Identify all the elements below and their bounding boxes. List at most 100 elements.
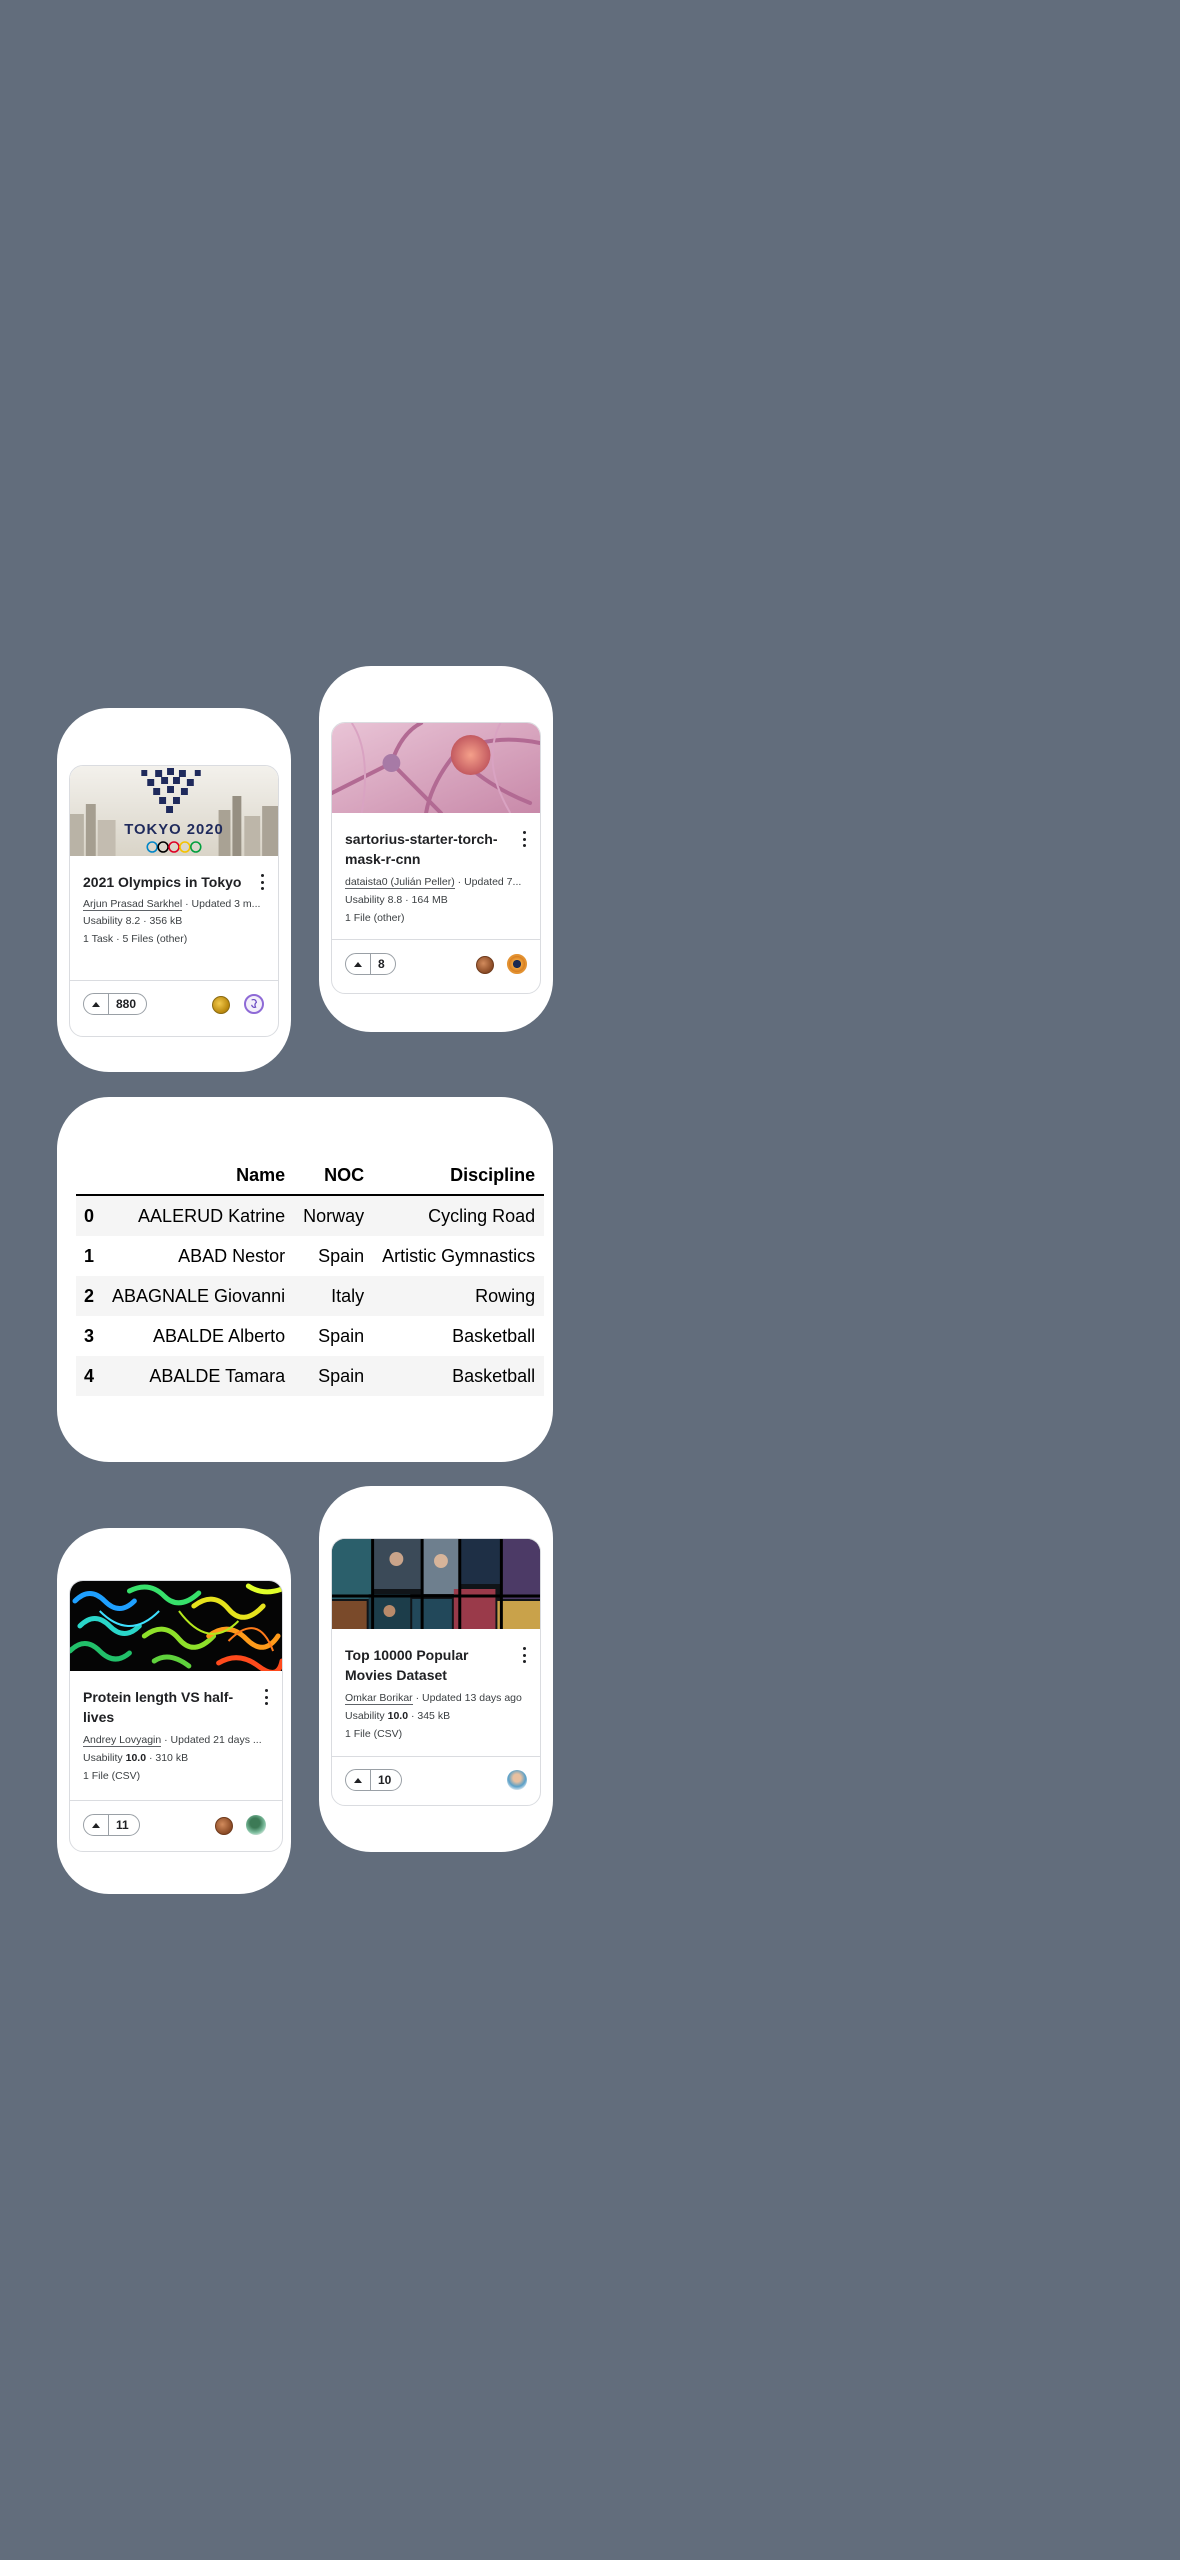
upvote-button[interactable]: 10 xyxy=(345,1769,403,1791)
vote-count: 11 xyxy=(116,1818,129,1832)
dataset-size: · 345 kB xyxy=(410,1710,451,1722)
cell-name: AALERUD Katrine xyxy=(138,1205,286,1226)
avatar[interactable] xyxy=(507,954,527,974)
dataset-thumbnail: TOKYO 2020 xyxy=(70,766,278,856)
cell-name: ABAGNALE Giovanni xyxy=(112,1285,286,1306)
usability-label: Usability xyxy=(83,915,123,927)
dataset-title[interactable]: sartorius-starter-torch- mask-r-cnn xyxy=(345,829,505,869)
vote-count: 10 xyxy=(378,1773,392,1787)
tokyo-2020-image: TOKYO 2020 xyxy=(70,766,278,856)
row-index: 3 xyxy=(84,1325,95,1346)
tokyo-2020-text: TOKYO 2020 xyxy=(124,821,224,838)
upvote-arrow-icon[interactable] xyxy=(84,994,109,1014)
cell-discipline: Artistic Gymnastics xyxy=(382,1245,536,1266)
avatar[interactable] xyxy=(246,1815,266,1835)
row-index: 4 xyxy=(84,1365,95,1386)
cell-noc: Italy xyxy=(331,1285,365,1306)
cell-discipline: Rowing xyxy=(475,1285,536,1306)
protein-structure-image xyxy=(70,1581,282,1671)
upvote-button[interactable]: 880 xyxy=(83,993,148,1015)
author-link[interactable]: dataista0 (Julián Peller) xyxy=(345,876,455,889)
dataset-thumbnail xyxy=(332,1539,540,1629)
neuron-image xyxy=(332,723,540,813)
usability-score: 8.8 xyxy=(387,894,403,906)
dataset-owner-line: Andrey Lovyagin · Updated 21 days ... xyxy=(83,1733,273,1747)
author-link[interactable]: Omkar Borikar xyxy=(345,1692,413,1705)
dataset-card-protein[interactable]: Protein length VS half- lives Andrey Lov… xyxy=(69,1580,283,1852)
usability-label: Usability xyxy=(345,894,385,906)
row-index: 0 xyxy=(84,1205,95,1226)
dataset-files-line: 1 File (other) xyxy=(345,912,405,924)
card-divider xyxy=(70,980,278,981)
cell-noc: Norway xyxy=(303,1205,365,1226)
usability-score: 8.2 xyxy=(125,915,141,927)
dataset-title-line2: Movies Dataset xyxy=(345,1667,447,1683)
column-header-discipline: Discipline xyxy=(450,1164,536,1185)
dataset-size: · 356 kB xyxy=(143,915,183,927)
cell-name: ABAD Nestor xyxy=(178,1245,286,1266)
avatar[interactable] xyxy=(244,994,264,1014)
dataset-title-line1: sartorius-starter-torch- xyxy=(345,831,498,847)
dataset-thumbnail xyxy=(70,1581,282,1671)
dataset-title[interactable]: 2021 Olympics in Tokyo xyxy=(83,872,241,892)
panel-protein-card: Protein length VS half- lives Andrey Lov… xyxy=(57,1528,291,1894)
author-link[interactable]: Arjun Prasad Sarkhel xyxy=(83,898,183,911)
upvote-button[interactable]: 11 xyxy=(83,1814,140,1836)
dataset-owner-line: Omkar Borikar · Updated 13 days ago xyxy=(345,1691,531,1705)
dataset-size: · 310 kB xyxy=(148,1752,189,1764)
upvote-button[interactable]: 8 xyxy=(345,953,396,975)
usability-label: Usability xyxy=(345,1710,385,1722)
vote-count: 880 xyxy=(116,997,137,1011)
dataset-title[interactable]: Protein length VS half- lives xyxy=(83,1687,243,1727)
more-vert-icon[interactable] xyxy=(521,831,527,847)
more-vert-icon[interactable] xyxy=(521,1647,527,1663)
more-vert-icon[interactable] xyxy=(259,874,265,890)
gold-medal-icon xyxy=(212,996,230,1014)
dataset-card-movies[interactable]: Top 10000 Popular Movies Dataset Omkar B… xyxy=(331,1538,541,1806)
dataset-title[interactable]: Top 10000 Popular Movies Dataset xyxy=(345,1645,505,1685)
upvote-arrow-icon[interactable] xyxy=(346,1770,371,1790)
column-header-index xyxy=(76,1156,103,1195)
cell-noc: Spain xyxy=(318,1365,365,1386)
updated-text: · Updated 3 m... xyxy=(185,898,261,910)
dataset-usability-line: Usability 10.0 · 310 kB xyxy=(83,1751,188,1765)
cell-discipline: Cycling Road xyxy=(428,1205,536,1226)
dataset-card-sartorius[interactable]: sartorius-starter-torch- mask-r-cnn data… xyxy=(331,722,541,994)
upvote-arrow-icon[interactable] xyxy=(346,954,371,974)
table-row: 3 ABALDE Alberto Spain Basketball xyxy=(76,1316,545,1356)
dataset-title-line1: Top 10000 Popular xyxy=(345,1647,469,1663)
dataset-files-line: 1 File (CSV) xyxy=(83,1770,141,1782)
card-divider xyxy=(332,1756,540,1757)
dataset-usability-line: Usability 8.2 · 356 kB xyxy=(83,914,182,928)
panel-tokyo-card: TOKYO 2020 2021 Olympics in Tokyo Arjun … xyxy=(57,708,291,1072)
dataframe-table: Name NOC Discipline 0 AALERUD Katrine No… xyxy=(76,1156,545,1396)
column-header-name: Name xyxy=(236,1164,286,1185)
table-row: 4 ABALDE Tamara Spain Basketball xyxy=(76,1356,545,1396)
usability-label: Usability xyxy=(83,1752,123,1764)
bronze-medal-icon xyxy=(215,1817,233,1835)
dataset-title-line2: mask-r-cnn xyxy=(345,851,421,867)
dataset-files-line: 1 Task · 5 Files (other) xyxy=(83,933,188,945)
upvote-arrow-icon[interactable] xyxy=(84,1815,109,1835)
dataset-files-line: 1 File (CSV) xyxy=(345,1728,403,1740)
table-header-row: Name NOC Discipline xyxy=(76,1156,545,1195)
table-row: 2 ABAGNALE Giovanni Italy Rowing xyxy=(76,1276,545,1316)
dataset-title-line1: Protein length VS half- xyxy=(83,1689,234,1705)
usability-score: 10.0 xyxy=(125,1752,147,1764)
card-divider xyxy=(332,939,540,940)
row-index: 2 xyxy=(84,1285,95,1306)
card-divider xyxy=(70,1800,282,1801)
dataset-usability-line: Usability 10.0 · 345 kB xyxy=(345,1709,450,1723)
avatar[interactable] xyxy=(507,1770,527,1790)
cell-name: ABALDE Tamara xyxy=(149,1365,286,1386)
updated-text: · Updated 13 days ago xyxy=(415,1692,522,1704)
more-vert-icon[interactable] xyxy=(263,1689,269,1705)
author-link[interactable]: Andrey Lovyagin xyxy=(83,1734,162,1747)
dataset-owner-line: Arjun Prasad Sarkhel · Updated 3 m... xyxy=(83,897,269,911)
column-header-noc: NOC xyxy=(324,1164,365,1185)
row-index: 1 xyxy=(84,1245,95,1266)
dataset-card-tokyo[interactable]: TOKYO 2020 2021 Olympics in Tokyo Arjun … xyxy=(69,765,279,1037)
movies-collage-image xyxy=(332,1539,540,1629)
cell-name: ABALDE Alberto xyxy=(153,1325,286,1346)
updated-text: · Updated 21 days ... xyxy=(164,1734,262,1746)
